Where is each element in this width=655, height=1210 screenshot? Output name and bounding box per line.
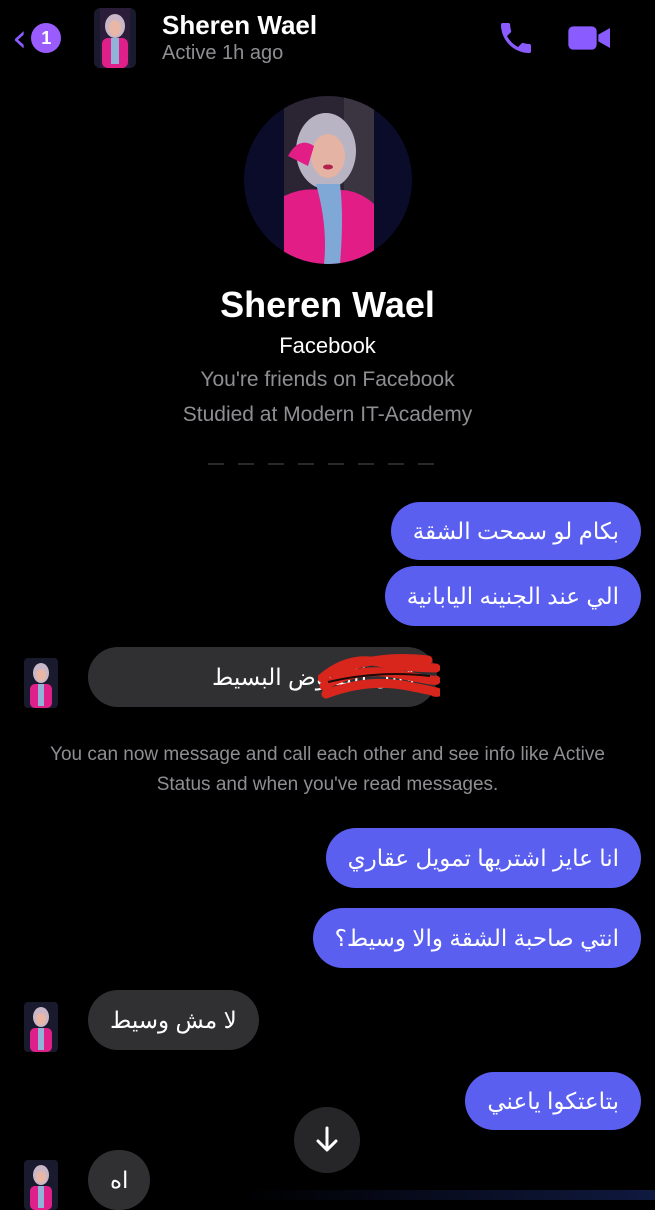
sender-avatar[interactable] [24, 1160, 58, 1210]
arrow-down-icon [316, 1126, 338, 1152]
sender-avatar[interactable] [24, 1002, 58, 1052]
message-text: بكام لو سمحت الشقة [412, 518, 619, 544]
profile-avatar[interactable] [244, 96, 412, 264]
message-text: لا مش وسيط [110, 1007, 237, 1033]
redaction-scribble [318, 654, 440, 699]
profile-name: Sheren Wael [220, 284, 435, 325]
message-text: اه [110, 1167, 129, 1193]
message-text: انتي صاحبة الشقة والا وسيط؟ [334, 925, 619, 951]
divider [208, 463, 448, 465]
message-bubble-incoming[interactable]: اه [88, 1150, 151, 1210]
contact-name: Sheren Wael [162, 10, 318, 40]
video-camera-icon[interactable] [566, 18, 614, 58]
message-text: بتاعتكوا ياعني [487, 1088, 619, 1114]
message-bubble-outgoing[interactable]: الي عند الجنينه اليابانية [384, 566, 641, 626]
sender-avatar[interactable] [24, 658, 58, 708]
message-bubble-incoming[interactable]: لا مش وسيط [88, 990, 259, 1050]
active-status: Active 1h ago [162, 42, 284, 64]
message-text: الي عند الجنينه اليابانية [406, 583, 619, 609]
back-button[interactable]: ‹ 1 [12, 18, 72, 58]
composer-edge [240, 1190, 655, 1200]
header-avatar[interactable] [94, 8, 136, 68]
unread-badge: 1 [31, 23, 62, 53]
message-bubble-outgoing[interactable]: انتي صاحبة الشقة والا وسيط؟ [312, 908, 641, 968]
message-bubble-outgoing[interactable]: انا عايز اشتريها تمويل عقاري [325, 828, 641, 888]
phone-icon[interactable] [496, 18, 536, 58]
message-text: انا عايز اشتريها تمويل عقاري [347, 845, 619, 871]
friendship-status: You're friends on Facebook [200, 368, 455, 391]
profile-platform: Facebook [279, 333, 376, 358]
message-bubble-outgoing[interactable]: بكام لو سمحت الشقة [390, 502, 641, 560]
scroll-to-bottom-button[interactable] [294, 1107, 360, 1173]
message-bubble-outgoing[interactable]: بتاعتكوا ياعني [465, 1072, 641, 1130]
info-notice: You can now message and call each other … [50, 744, 605, 795]
education-info: Studied at Modern IT-Academy [182, 403, 473, 426]
chevron-left-icon: ‹ [12, 16, 28, 60]
